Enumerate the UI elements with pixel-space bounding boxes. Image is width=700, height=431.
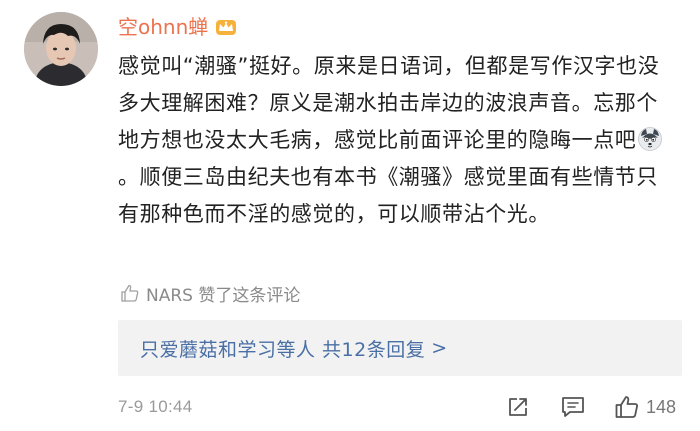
comment-footer: 7-9 10:44 148 — [118, 392, 682, 422]
replies-summary-text: 只爱蘑菇和学习等人 共12条回复 — [140, 338, 426, 361]
husky-emoji-icon — [638, 126, 663, 151]
action-bar: 148 — [506, 392, 676, 422]
comment-text: 感觉叫“潮骚”挺好。原来是日语词，但都是写作汉字也没多大理解困难？原义是潮水拍击… — [118, 48, 678, 233]
username[interactable]: 空ohnn蝉 — [118, 12, 208, 42]
liked-by-line: NARS 赞了这条评论 — [120, 280, 300, 306]
comment-card: 空ohnn蝉 感觉叫“潮骚”挺好。原来是日语词，但都是写作汉字也没多大理解困难？… — [0, 0, 700, 431]
avatar[interactable] — [24, 12, 98, 86]
comment-icon — [560, 395, 586, 419]
crown-icon — [214, 17, 238, 37]
like-button[interactable]: 148 — [614, 394, 676, 420]
liked-by-text: NARS 赞了这条评论 — [146, 285, 301, 306]
avatar-image — [24, 12, 98, 86]
comment-text-part2: 。顺便三岛由纪夫也有本书《潮骚》感觉里面有些情节只有那种色而不淫的感觉的，可以顺… — [118, 165, 658, 226]
username-row: 空ohnn蝉 — [118, 12, 238, 42]
thumbs-up-icon — [614, 394, 640, 420]
share-button[interactable] — [506, 395, 530, 419]
replies-summary-link[interactable]: 只爱蘑菇和学习等人 共12条回复 > — [118, 320, 682, 376]
like-count: 148 — [645, 396, 676, 417]
share-icon — [506, 395, 530, 419]
thumbs-up-outline-icon — [120, 283, 140, 303]
comment-text-part1: 感觉叫“潮骚”挺好。原来是日语词，但都是写作汉字也没多大理解困难？原义是潮水拍击… — [118, 54, 660, 152]
reply-button[interactable] — [560, 395, 586, 419]
chevron-right-icon: > — [431, 337, 448, 359]
timestamp: 7-9 10:44 — [118, 397, 193, 416]
